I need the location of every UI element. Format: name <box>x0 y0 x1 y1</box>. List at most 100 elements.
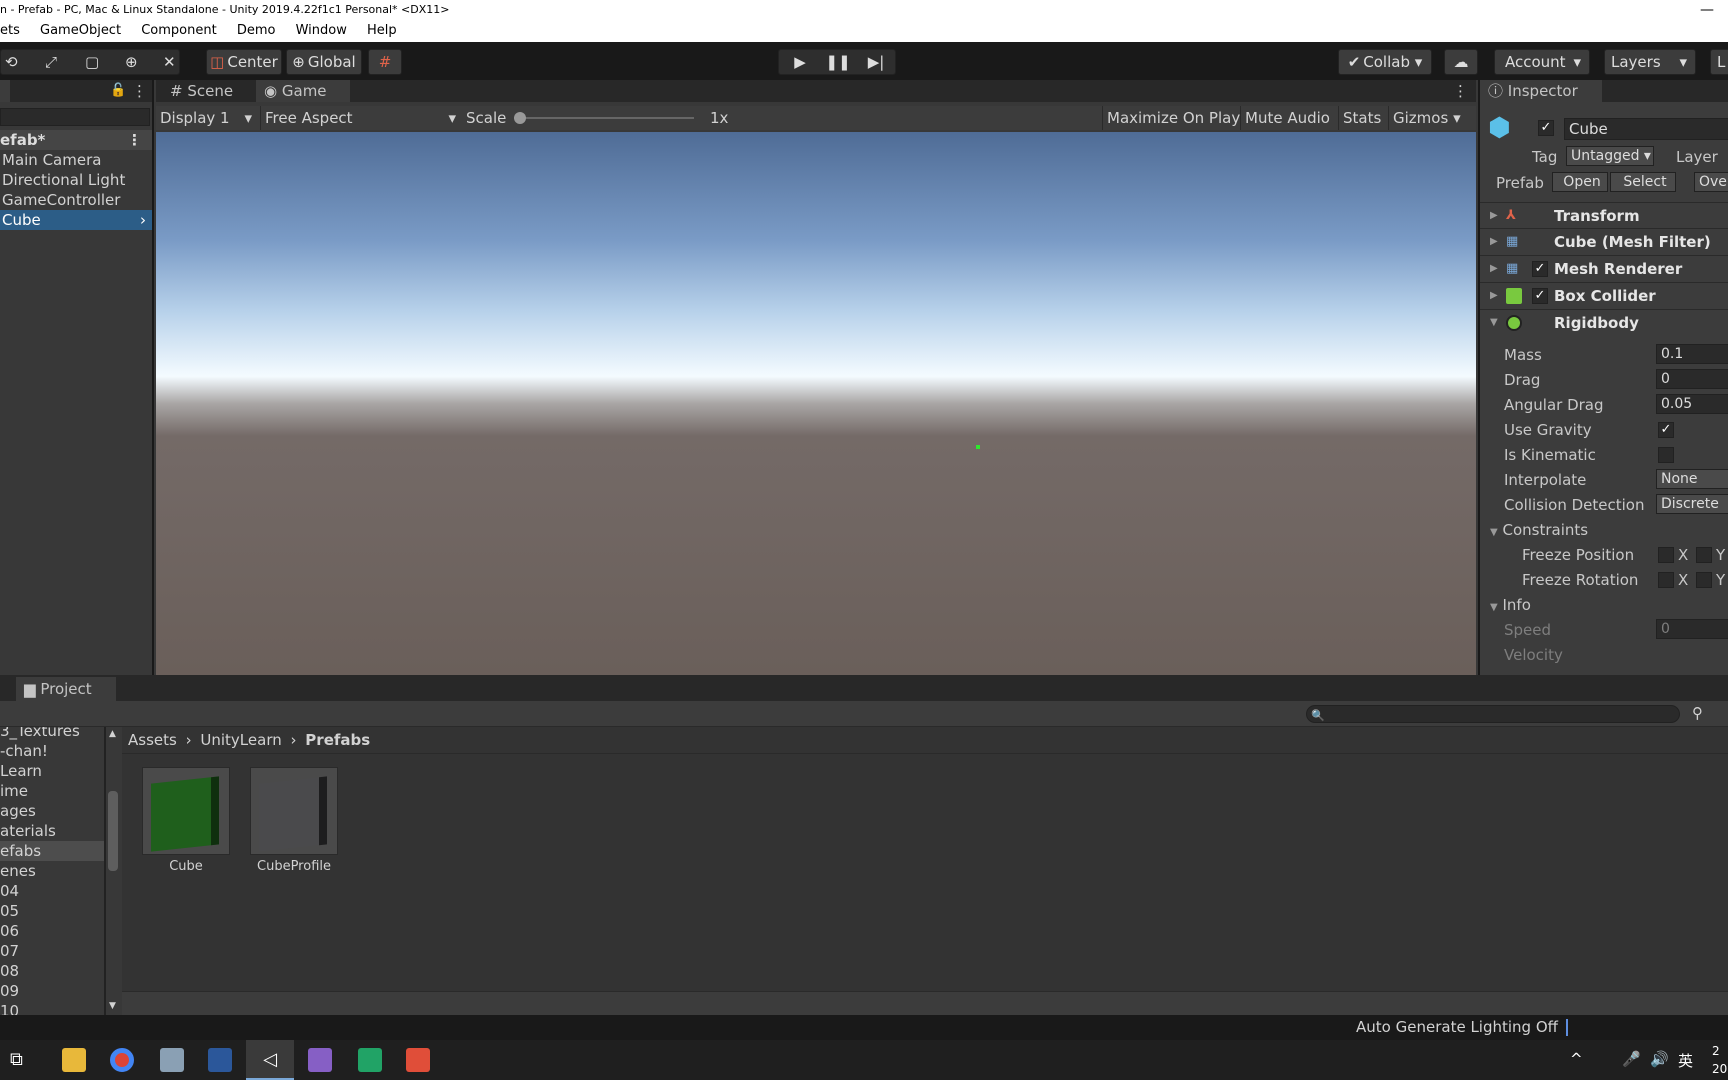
scroll-up-icon[interactable]: ▲ <box>109 729 116 739</box>
transform-tool-icon[interactable]: ⊕ <box>125 50 138 74</box>
recorder-icon[interactable] <box>406 1048 430 1072</box>
folder-tree-item[interactable]: enes <box>0 861 104 881</box>
active-checkbox[interactable]: ✓ <box>1538 120 1554 136</box>
word-icon[interactable] <box>208 1048 232 1072</box>
chevron-right-icon[interactable]: › <box>140 210 146 230</box>
hierarchy-item[interactable]: Directional Light <box>0 170 152 190</box>
more-icon[interactable]: ⋮ <box>127 130 142 150</box>
clock[interactable]: 2 202 <box>1712 1042 1728 1078</box>
info-foldout[interactable]: ▼ Info <box>1490 596 1531 614</box>
collab-button[interactable]: ✔ Collab ▾ <box>1338 49 1432 75</box>
mute-audio-button[interactable]: Mute Audio <box>1240 106 1334 130</box>
custom-tool-icon[interactable]: ✕ <box>163 50 176 74</box>
component-mesh-renderer[interactable]: ▶ ▦ ✓ Mesh Renderer <box>1480 255 1728 281</box>
folder-tree-item[interactable]: -chan! <box>0 741 104 761</box>
show-hidden-icons[interactable]: ^ <box>1570 1050 1583 1068</box>
prefab-select-button[interactable]: Select <box>1610 172 1676 192</box>
freeze-position-x-checkbox[interactable] <box>1658 547 1674 563</box>
account-dropdown[interactable]: Account ▾ <box>1494 49 1590 75</box>
object-name-field[interactable]: Cube <box>1564 118 1728 140</box>
prefab-overrides-button[interactable]: Ove <box>1694 172 1728 192</box>
game-viewport[interactable] <box>156 132 1476 675</box>
file-explorer-icon[interactable] <box>62 1048 86 1072</box>
tab-hierarchy[interactable] <box>0 80 10 102</box>
visual-studio-icon[interactable] <box>308 1048 332 1072</box>
task-view-icon[interactable]: ⧉ <box>10 1048 34 1072</box>
cloud-button[interactable]: ☁ <box>1444 49 1478 75</box>
tab-project[interactable]: ▆ Project <box>16 677 116 701</box>
prefab-open-button[interactable]: Open <box>1552 172 1608 192</box>
asset-item[interactable]: CubeProfile <box>250 767 338 887</box>
folder-tree-item[interactable]: ages <box>0 801 104 821</box>
hierarchy-item[interactable]: Main Camera <box>0 150 152 170</box>
pause-button[interactable]: ❚❚ <box>825 50 851 74</box>
ime-indicator[interactable]: 英 <box>1678 1050 1693 1071</box>
folder-tree-item[interactable]: 08 <box>0 961 104 981</box>
breadcrumb-item[interactable]: UnityLearn <box>200 731 281 749</box>
scale-slider-track[interactable] <box>514 117 694 119</box>
freeze-rotation-x-checkbox[interactable] <box>1658 572 1674 588</box>
aspect-dropdown[interactable]: Free Aspect ▾ <box>260 106 456 130</box>
gizmos-button[interactable]: Gizmos ▾ <box>1388 106 1465 130</box>
layout-dropdown[interactable]: L <box>1710 49 1728 75</box>
menu-demo[interactable]: Demo <box>237 20 276 42</box>
hierarchy-item-selected[interactable]: Cube › <box>0 210 152 230</box>
more-icon[interactable]: ⋮ <box>132 80 147 102</box>
microphone-icon[interactable]: 🎤 <box>1622 1050 1641 1068</box>
pivot-center-button[interactable]: ◫ Center <box>206 49 282 75</box>
component-box-collider[interactable]: ▶ ✓ Box Collider <box>1480 282 1728 308</box>
folder-tree-item[interactable]: 06 <box>0 921 104 941</box>
folder-tree-scrollbar[interactable]: ▲ ▼ <box>106 727 122 1015</box>
collision-detection-dropdown[interactable]: Discrete <box>1656 494 1728 514</box>
folder-tree-item[interactable]: 09 <box>0 981 104 1001</box>
app-icon[interactable] <box>160 1048 184 1072</box>
project-search-input[interactable]: 🔍 <box>1306 705 1680 723</box>
component-transform[interactable]: ▶ ⅄ Transform <box>1480 202 1728 228</box>
freeze-rotation-y-checkbox[interactable] <box>1696 572 1712 588</box>
snap-grid-button[interactable]: # <box>368 49 402 75</box>
tab-game[interactable]: ◉ Game <box>256 80 350 102</box>
breadcrumb-item[interactable]: Assets <box>128 731 177 749</box>
mass-field[interactable]: 0.1 <box>1656 344 1728 364</box>
menu-window[interactable]: Window <box>296 20 347 42</box>
more-icon[interactable]: ⋮ <box>1453 80 1468 102</box>
filter-by-type-icon[interactable]: ⚲ <box>1692 704 1703 722</box>
component-rigidbody[interactable]: ▼ Rigidbody <box>1480 309 1728 335</box>
folder-tree-item[interactable]: ime <box>0 781 104 801</box>
box-collider-enabled-checkbox[interactable]: ✓ <box>1532 288 1548 304</box>
minimize-button[interactable]: — <box>1700 0 1714 20</box>
folder-tree-item[interactable]: 07 <box>0 941 104 961</box>
folder-tree-item[interactable]: 3_Textures <box>0 727 104 741</box>
use-gravity-checkbox[interactable]: ✓ <box>1658 422 1674 438</box>
mesh-renderer-enabled-checkbox[interactable]: ✓ <box>1532 261 1548 277</box>
rotate-tool-icon[interactable]: ⟲ <box>5 50 18 74</box>
hierarchy-search-input[interactable] <box>0 108 150 126</box>
step-button[interactable]: ▶| <box>863 50 889 74</box>
scene-header[interactable]: efab* ⋮ <box>0 130 152 150</box>
angular-drag-field[interactable]: 0.05 <box>1656 394 1728 414</box>
tab-inspector[interactable]: ⓘ Inspector <box>1480 80 1602 102</box>
freeze-position-y-checkbox[interactable] <box>1696 547 1712 563</box>
hierarchy-item[interactable]: GameController <box>0 190 152 210</box>
tag-dropdown[interactable]: Untagged ▾ <box>1566 146 1654 166</box>
tab-scene[interactable]: # Scene <box>162 80 254 102</box>
scale-slider-thumb[interactable] <box>514 112 526 124</box>
constraints-foldout[interactable]: ▼ Constraints <box>1490 521 1588 539</box>
folder-tree-item[interactable]: efabs <box>0 841 104 861</box>
breadcrumb-item-current[interactable]: Prefabs <box>305 731 370 749</box>
menu-help[interactable]: Help <box>367 20 397 42</box>
interpolate-dropdown[interactable]: None <box>1656 469 1728 489</box>
camtasia-icon[interactable] <box>358 1048 382 1072</box>
menu-component[interactable]: Component <box>141 20 216 42</box>
volume-icon[interactable]: 🔊 <box>1650 1050 1669 1068</box>
drag-field[interactable]: 0 <box>1656 369 1728 389</box>
display-dropdown[interactable]: Display 1 ▾ <box>160 106 252 130</box>
asset-item[interactable]: Cube <box>142 767 230 887</box>
unity-taskbar-button[interactable]: ◁ <box>246 1040 294 1080</box>
maximize-on-play-button[interactable]: Maximize On Play <box>1102 106 1244 130</box>
scale-tool-icon[interactable]: ⤢ <box>45 50 57 74</box>
pivot-global-button[interactable]: ⊕ Global <box>286 49 362 75</box>
scrollbar-thumb[interactable] <box>108 791 118 871</box>
stats-button[interactable]: Stats <box>1338 106 1385 130</box>
menu-assets[interactable]: ets <box>0 20 20 42</box>
